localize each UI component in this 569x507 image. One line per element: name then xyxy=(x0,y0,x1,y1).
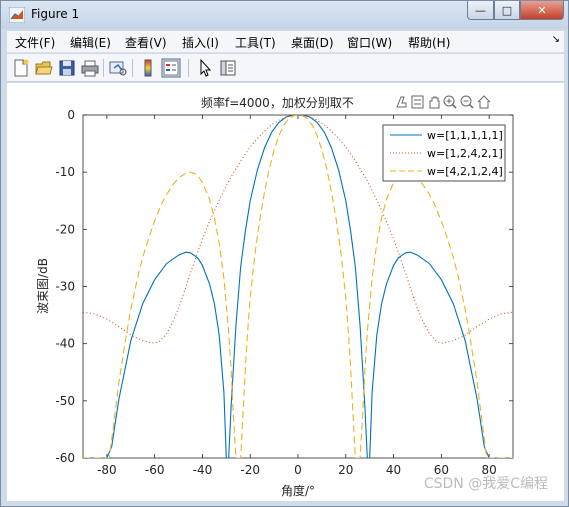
y-tick-label: -10 xyxy=(55,165,75,179)
toolbar-separator xyxy=(188,59,189,77)
x-axis-label: 角度/° xyxy=(281,483,315,498)
legend-label-series-3: w=[4,2,1,2,4] xyxy=(427,165,503,178)
figure-toolbar xyxy=(7,54,564,82)
colorbar-icon[interactable] xyxy=(138,58,158,78)
close-button[interactable]: ✕ xyxy=(520,1,564,20)
legend-icon[interactable] xyxy=(161,58,181,78)
menu-view[interactable]: 查看(V) xyxy=(125,34,167,51)
y-tick-label: -40 xyxy=(55,337,75,351)
menu-overflow-icon[interactable]: ↘ xyxy=(552,34,560,45)
menu-edit[interactable]: 编辑(E) xyxy=(70,34,111,51)
data-tips-icon[interactable] xyxy=(411,95,424,109)
matlab-app-icon xyxy=(9,7,25,23)
x-tick-label: 40 xyxy=(386,463,401,477)
link-plot-icon[interactable] xyxy=(108,58,128,78)
y-tick-label: -60 xyxy=(55,451,75,465)
minimize-button[interactable]: — xyxy=(467,1,494,20)
menu-desktop[interactable]: 桌面(D) xyxy=(291,34,334,51)
y-tick-label: 0 xyxy=(67,108,75,122)
maximize-button[interactable]: □ xyxy=(494,1,520,20)
figure-canvas: -80 -60 -40 -20 0 20 40 60 80 0 -10 -20 -30 -40 -50 -60… xyxy=(7,83,564,501)
legend-label-series-1: w=[1,1,1,1,1] xyxy=(427,129,503,142)
menu-insert[interactable]: 插入(I) xyxy=(182,34,219,51)
x-tick-label: -40 xyxy=(193,463,213,477)
beam-pattern-chart: -80 -60 -40 -20 0 20 40 60 800-10-20-30-40-50-60… xyxy=(7,83,564,501)
x-tick-label: 0 xyxy=(294,463,302,477)
x-tick-label: -60 xyxy=(145,463,165,477)
menu-tools[interactable]: 工具(T) xyxy=(235,34,276,51)
window-title: Figure 1 xyxy=(31,7,80,21)
menu-file[interactable]: 文件(F) xyxy=(15,34,55,51)
close-icon: ✕ xyxy=(537,3,547,17)
menu-window[interactable]: 窗口(W) xyxy=(347,34,392,51)
print-icon[interactable] xyxy=(80,58,100,78)
figure-window: Figure 1 — □ ✕ 文件(F) 编辑(E) 查看(V) 插入(I) 工… xyxy=(0,0,569,507)
menu-bar: 文件(F) 编辑(E) 查看(V) 插入(I) 工具(T) 桌面(D) 窗口(W… xyxy=(7,31,564,53)
maximize-icon: □ xyxy=(501,3,513,17)
y-axis-label: 波束图/dB xyxy=(36,258,50,314)
chart-legend[interactable]: w=[1,1,1,1,1] w=[1,2,4,2,1] w=[4,2,1,2,4… xyxy=(382,124,506,182)
minimize-icon: — xyxy=(475,3,486,17)
save-icon[interactable] xyxy=(57,58,77,78)
menu-help[interactable]: 帮助(H) xyxy=(408,34,450,51)
x-tick-label: 20 xyxy=(338,463,353,477)
toolbar-separator xyxy=(103,59,104,77)
watermark: CSDN @我爱C编程 xyxy=(423,476,548,492)
x-tick-label: -80 xyxy=(97,463,117,477)
legend-label-series-2: w=[1,2,4,2,1] xyxy=(427,147,503,160)
y-tick-label: -30 xyxy=(55,280,75,294)
y-tick-label: -50 xyxy=(55,394,75,408)
property-editor-icon[interactable] xyxy=(218,58,238,78)
new-figure-icon[interactable] xyxy=(11,58,31,78)
open-file-icon[interactable] xyxy=(34,58,54,78)
y-tick-label: -20 xyxy=(55,222,75,236)
pointer-icon[interactable] xyxy=(195,58,215,78)
chart-title: 频率f=4000，加权分别取不 xyxy=(201,95,354,110)
x-tick-label: -20 xyxy=(240,463,260,477)
title-bar[interactable]: Figure 1 — □ ✕ xyxy=(1,1,568,29)
toolbar-separator xyxy=(132,59,133,77)
